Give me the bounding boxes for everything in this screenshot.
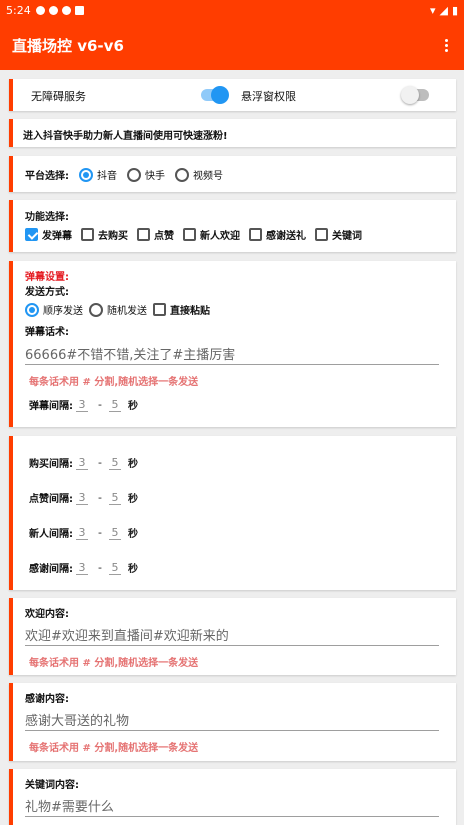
send-mode-random[interactable]: 随机发送	[89, 302, 147, 317]
feature-thanks[interactable]: 感谢送礼	[249, 227, 306, 242]
overlay-switch[interactable]	[401, 86, 429, 104]
intervals-card: 购买间隔: 3 - 5 秒 点赞间隔: 3 - 5 秒 新人间隔: 3 - 5 …	[9, 436, 456, 590]
radio-icon	[127, 167, 141, 182]
danmu-interval-label: 弹幕间隔:	[29, 401, 73, 412]
feature-buy[interactable]: 去购买	[81, 227, 128, 242]
thanks-card: 感谢内容: 感谢大哥送的礼物 每条话术用 # 分割,随机选择一条发送	[9, 683, 456, 761]
wifi-icon: ▾	[429, 3, 436, 17]
thanks-input[interactable]: 感谢大哥送的礼物	[25, 709, 439, 731]
accessibility-label: 无障碍服务	[31, 90, 86, 103]
checkbox-icon	[315, 228, 328, 241]
notification-icon	[35, 5, 45, 15]
services-card: 无障碍服务 悬浮窗权限	[9, 79, 456, 111]
checkbox-icon	[153, 303, 166, 316]
danmu-hint: 每条话术用 # 分割,随机选择一条发送	[29, 377, 199, 388]
checkbox-icon	[25, 228, 38, 241]
app-title: 直播场控 v6-v6	[12, 36, 124, 55]
buy-interval-max[interactable]: 5	[108, 456, 121, 470]
welcome-input[interactable]: 欢迎#欢迎来到直播间#欢迎新来的	[25, 624, 439, 646]
radio-icon	[89, 302, 103, 317]
thanks-hint: 每条话术用 # 分割,随机选择一条发送	[29, 743, 199, 754]
interval-row-newcomer: 新人间隔: 3 - 5 秒	[29, 525, 138, 541]
platform-label: 平台选择:	[25, 171, 69, 182]
buy-interval-min[interactable]: 3	[76, 456, 88, 470]
send-mode-paste[interactable]: 直接粘贴	[153, 302, 210, 317]
interval-row-buy: 购买间隔: 3 - 5 秒	[29, 455, 138, 471]
newcomer-interval-max[interactable]: 5	[108, 526, 121, 540]
send-mode-label: 发送方式:	[25, 287, 69, 298]
app-bar: 直播场控 v6-v6	[0, 20, 464, 70]
accessibility-switch[interactable]	[201, 86, 229, 104]
feature-keyword[interactable]: 关键词	[315, 227, 362, 242]
welcome-hint: 每条话术用 # 分割,随机选择一条发送	[29, 658, 199, 669]
platform-option-shipinhao[interactable]: 视频号	[175, 167, 223, 182]
welcome-card: 欢迎内容: 欢迎#欢迎来到直播间#欢迎新来的 每条话术用 # 分割,随机选择一条…	[9, 598, 456, 675]
overflow-menu-icon[interactable]	[441, 35, 452, 56]
battery-icon: ▮	[451, 3, 458, 17]
checkbox-icon	[81, 228, 94, 241]
app-notification-icon	[74, 5, 84, 15]
send-icon-2	[61, 5, 71, 15]
danmu-section-title: 弹幕设置:	[25, 272, 69, 283]
features-card: 功能选择: 发弹幕 去购买 点赞 新人欢迎 感谢送礼 关键词	[9, 200, 456, 252]
danmu-settings-card: 弹幕设置: 发送方式: 顺序发送 随机发送 直接粘贴 弹幕话术: 66666#不…	[9, 261, 456, 427]
feature-like[interactable]: 点赞	[137, 227, 174, 242]
checkbox-icon	[183, 228, 196, 241]
send-mode-sequential[interactable]: 顺序发送	[25, 302, 83, 317]
interval-row-thanks: 感谢间隔: 3 - 5 秒	[29, 560, 138, 576]
like-interval-min[interactable]: 3	[76, 491, 88, 505]
danmu-script-label: 弹幕话术:	[25, 327, 69, 338]
interval-row-like: 点赞间隔: 3 - 5 秒	[29, 490, 138, 506]
danmu-interval-max[interactable]: 5	[108, 398, 121, 412]
keyword-label: 关键词内容:	[25, 780, 79, 791]
checkbox-icon	[137, 228, 150, 241]
notice-card: 进入抖音快手助力新人直播间使用可快速涨粉!	[9, 119, 456, 147]
platform-card: 平台选择: 抖音 快手 视频号	[9, 156, 456, 192]
welcome-label: 欢迎内容:	[25, 609, 69, 620]
newcomer-interval-min[interactable]: 3	[76, 526, 88, 540]
danmu-script-input[interactable]: 66666#不错不错,关注了#主播厉害	[25, 343, 439, 365]
feature-welcome[interactable]: 新人欢迎	[183, 227, 240, 242]
radio-icon	[25, 302, 39, 317]
thanks-label: 感谢内容:	[25, 694, 69, 705]
platform-option-kuaishou[interactable]: 快手	[127, 167, 165, 182]
thanks-interval-max[interactable]: 5	[108, 561, 121, 575]
signal-icon: ◢	[439, 3, 448, 17]
checkbox-icon	[249, 228, 262, 241]
notice-text: 进入抖音快手助力新人直播间使用可快速涨粉!	[23, 131, 228, 142]
feature-send-danmu[interactable]: 发弹幕	[25, 227, 72, 242]
keyword-card: 关键词内容: 礼物#需要什么	[9, 769, 456, 825]
features-label: 功能选择:	[25, 212, 69, 223]
thanks-interval-min[interactable]: 3	[76, 561, 88, 575]
radio-icon	[175, 167, 189, 182]
danmu-interval-min[interactable]: 3	[76, 398, 88, 412]
like-interval-max[interactable]: 5	[108, 491, 121, 505]
overlay-label: 悬浮窗权限	[241, 90, 296, 103]
status-bar: 5:24 ▾ ◢ ▮	[0, 0, 464, 20]
keyword-input[interactable]: 礼物#需要什么	[25, 795, 439, 817]
status-time: 5:24	[6, 3, 31, 17]
send-icon	[48, 5, 58, 15]
danmu-interval-unit: 秒	[127, 401, 138, 412]
radio-icon	[79, 167, 93, 182]
platform-option-douyin[interactable]: 抖音	[79, 167, 117, 182]
